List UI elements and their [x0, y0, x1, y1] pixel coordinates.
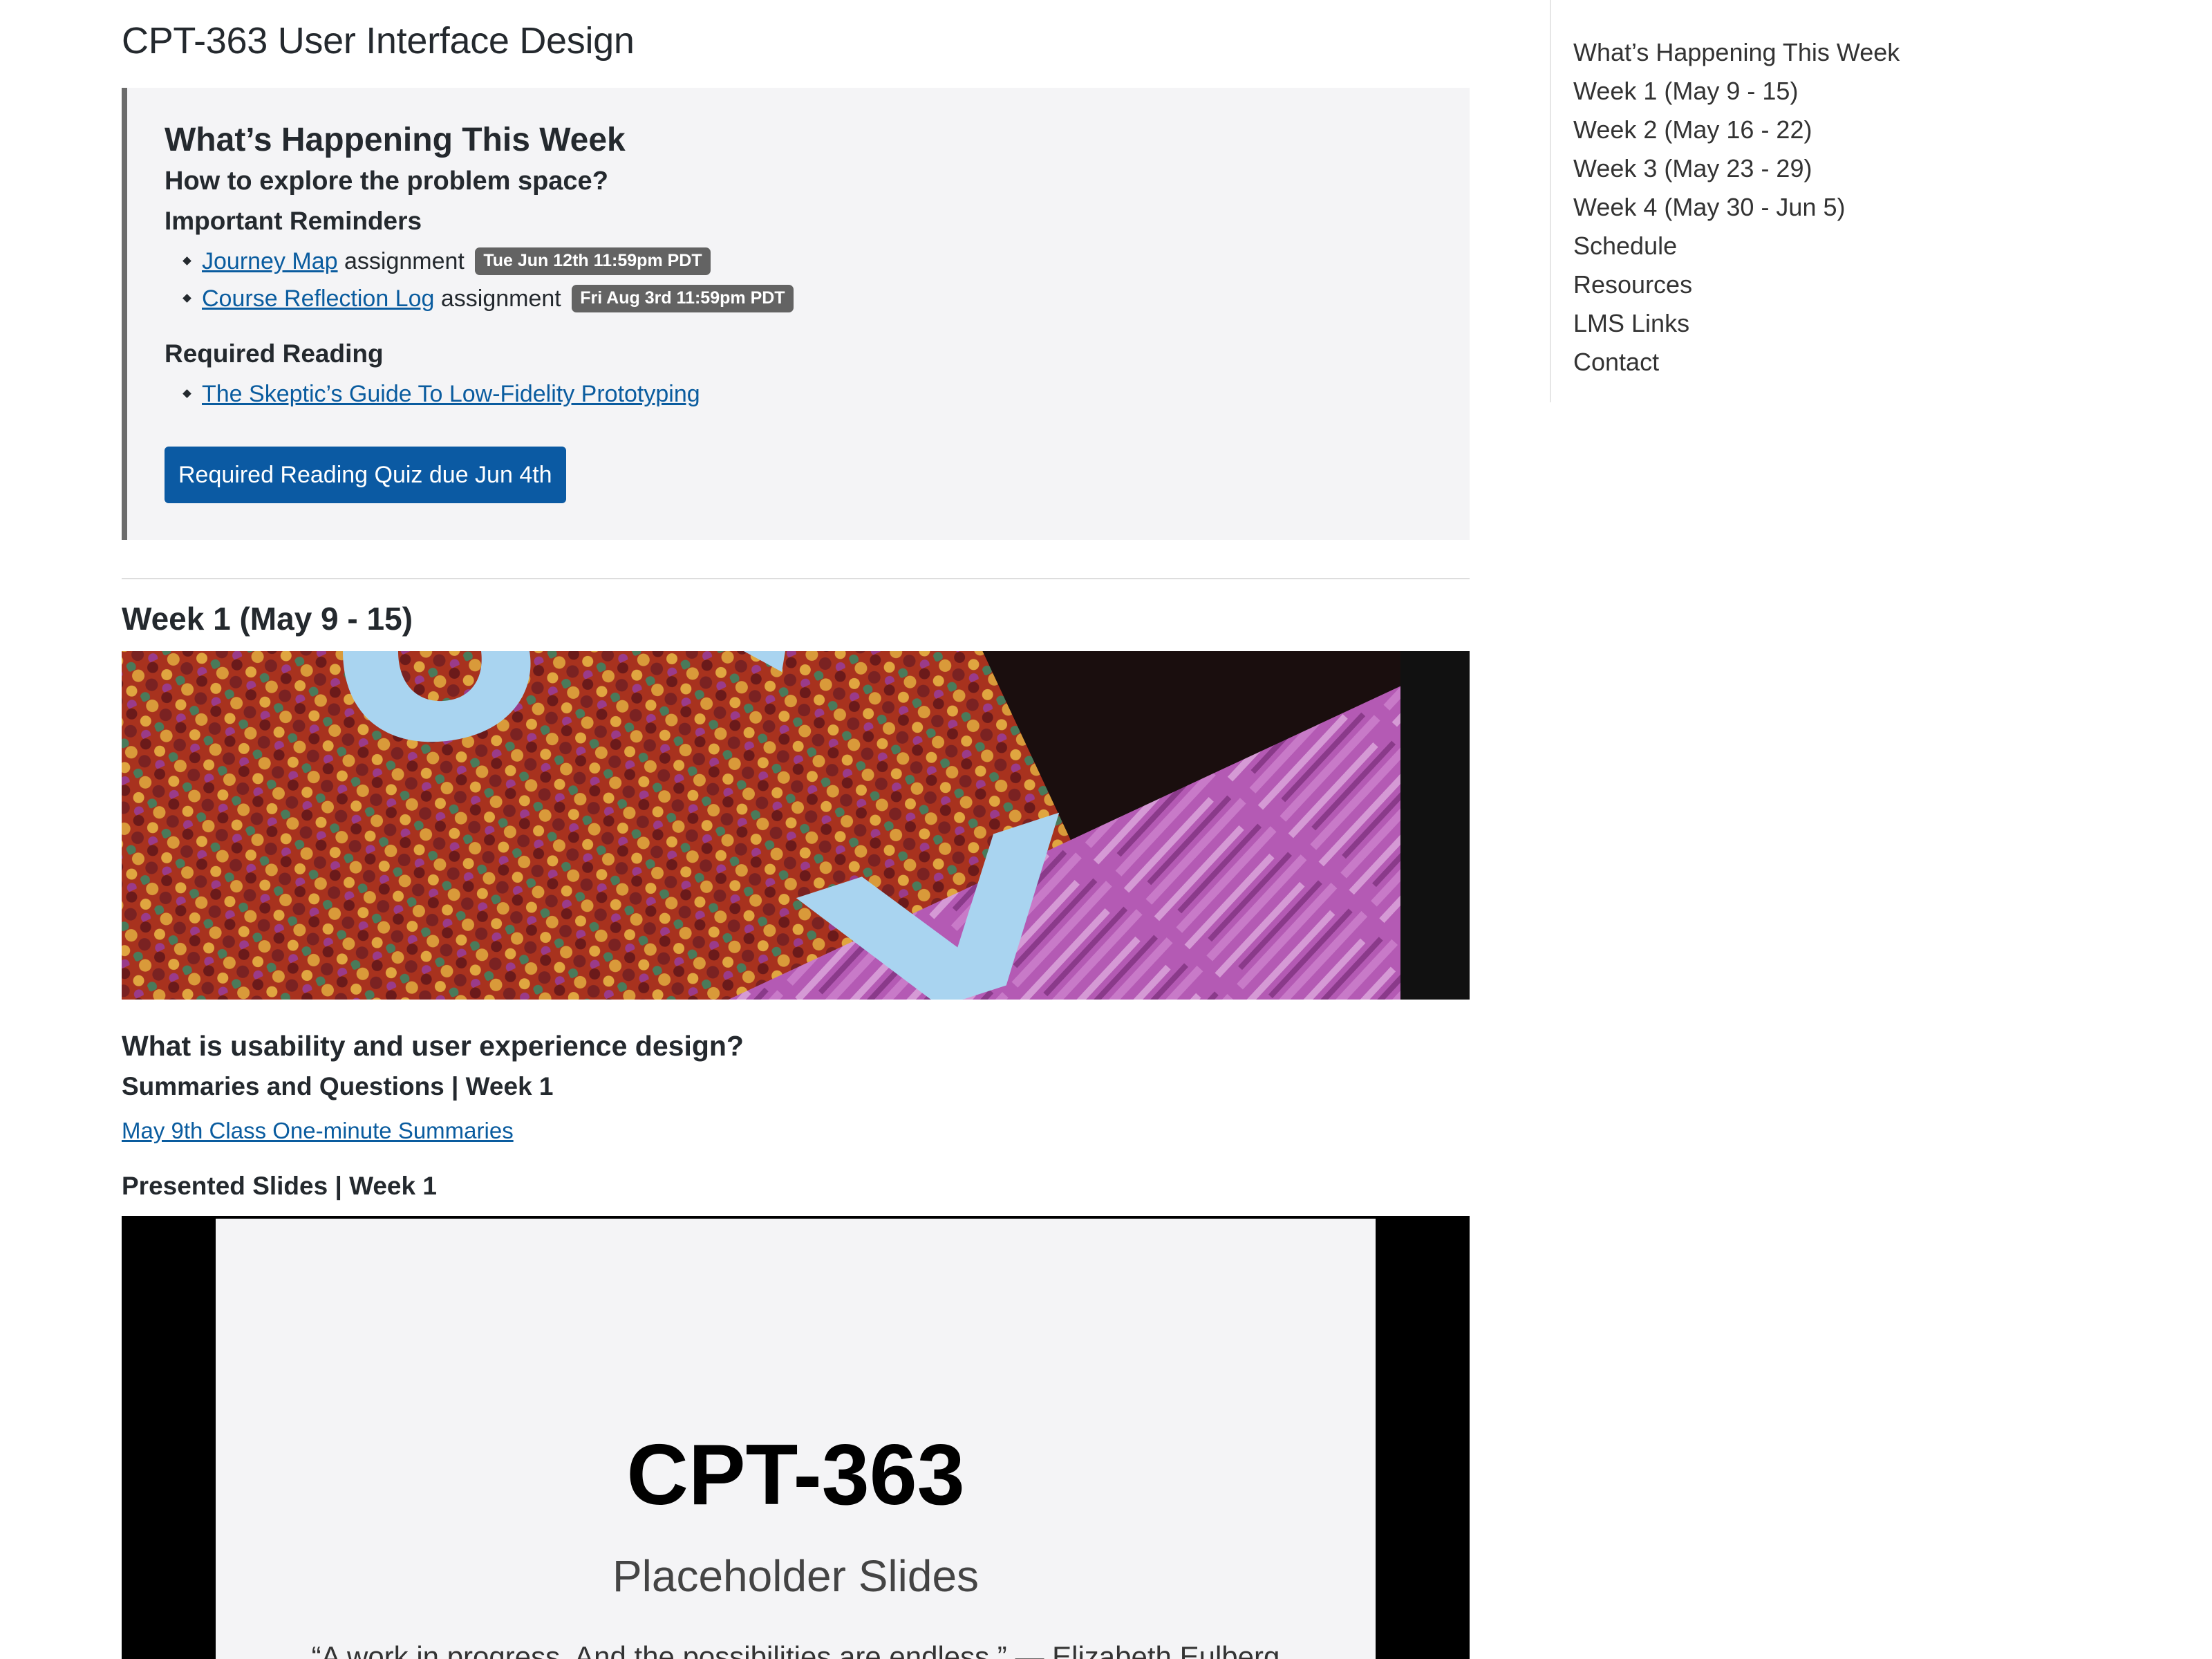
- list-item: The Skeptic’s Guide To Low-Fidelity Prot…: [165, 375, 700, 413]
- page: CPT-363 User Interface Design What’s Hap…: [0, 0, 2212, 1659]
- slide-quote: “A work in progress. And the possibiliti…: [311, 1640, 1280, 1659]
- nav-item-week-1[interactable]: Week 1 (May 9 - 15): [1573, 72, 1900, 111]
- journey-map-link[interactable]: Journey Map: [202, 248, 338, 274]
- sidebar-nav: What’s Happening This Week Week 1 (May 9…: [1550, 0, 2047, 402]
- slides-heading: Presented Slides | Week 1: [122, 1172, 437, 1200]
- summaries-link[interactable]: May 9th Class One-minute Summaries: [122, 1118, 514, 1144]
- nav-item-week-2[interactable]: Week 2 (May 16 - 22): [1573, 111, 1900, 149]
- summaries-heading: Summaries and Questions | Week 1: [122, 1072, 554, 1100]
- slide-subtitle: Placeholder Slides: [612, 1551, 980, 1601]
- reminders-list: Journey Map assignment Tue Jun 12th 11:5…: [165, 243, 794, 317]
- site-title[interactable]: CPT-363 User Interface Design: [122, 19, 635, 62]
- bullet-icon: [182, 294, 191, 303]
- nav-list: What’s Happening This Week Week 1 (May 9…: [1573, 33, 1900, 382]
- reading-link[interactable]: The Skeptic’s Guide To Low-Fidelity Prot…: [202, 381, 700, 407]
- reading-heading: Required Reading: [165, 339, 384, 368]
- slide-card: CPT-363 Placeholder Slides “A work in pr…: [216, 1219, 1376, 1659]
- assignment-label: assignment: [337, 248, 465, 274]
- section-divider: [122, 578, 1470, 579]
- nav-item-lms-links[interactable]: LMS Links: [1573, 304, 1900, 343]
- list-item: Course Reflection Log assignment Fri Aug…: [165, 280, 794, 317]
- week1-title: Week 1 (May 9 - 15): [122, 601, 413, 637]
- course-reflection-log-link[interactable]: Course Reflection Log: [202, 285, 434, 312]
- announcement-title: What’s Happening This Week: [165, 122, 626, 158]
- due-date-badge: Tue Jun 12th 11:59pm PDT: [475, 247, 711, 275]
- nav-item-contact[interactable]: Contact: [1573, 343, 1900, 382]
- nav-item-whats-happening[interactable]: What’s Happening This Week: [1573, 33, 1900, 72]
- announcement-box: What’s Happening This Week How to explor…: [122, 88, 1470, 540]
- week1-question: What is usability and user experience de…: [122, 1030, 744, 1062]
- nav-item-week-4[interactable]: Week 4 (May 30 - Jun 5): [1573, 188, 1900, 227]
- reading-list: The Skeptic’s Guide To Low-Fidelity Prot…: [165, 375, 700, 413]
- slides-embed[interactable]: CPT-363 Placeholder Slides “A work in pr…: [122, 1216, 1470, 1659]
- week1-hero-image: [122, 651, 1470, 1000]
- reminders-heading: Important Reminders: [165, 207, 422, 235]
- assignment-label: assignment: [434, 285, 561, 312]
- nav-item-schedule[interactable]: Schedule: [1573, 227, 1900, 265]
- due-date-badge: Fri Aug 3rd 11:59pm PDT: [572, 285, 794, 312]
- bullet-icon: [182, 389, 191, 398]
- nav-item-resources[interactable]: Resources: [1573, 265, 1900, 304]
- slide-title: CPT-363: [626, 1427, 965, 1523]
- quiz-button[interactable]: Required Reading Quiz due Jun 4th: [165, 447, 566, 503]
- bullet-icon: [182, 256, 191, 265]
- hero-artwork: [122, 651, 1470, 1000]
- nav-item-week-3[interactable]: Week 3 (May 23 - 29): [1573, 149, 1900, 188]
- announcement-subtitle: How to explore the problem space?: [165, 167, 608, 196]
- list-item: Journey Map assignment Tue Jun 12th 11:5…: [165, 243, 794, 280]
